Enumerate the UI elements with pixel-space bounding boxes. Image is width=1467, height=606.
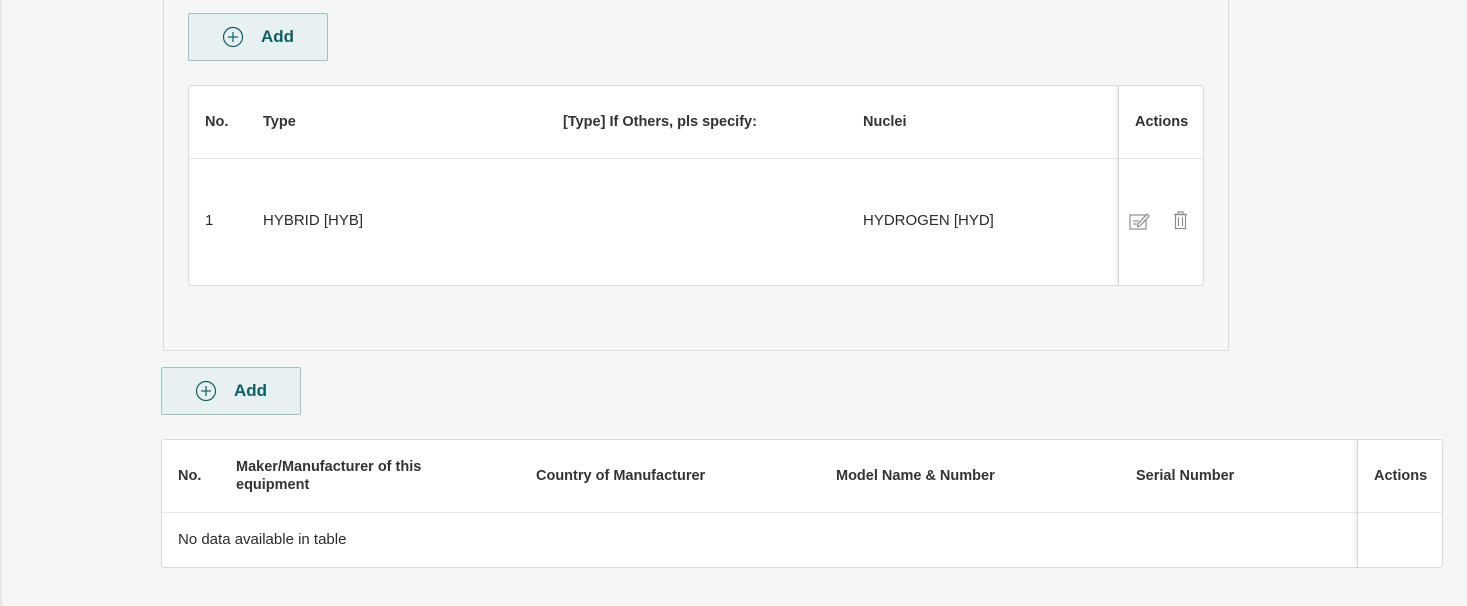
column-header-serial: Serial Number: [1136, 468, 1235, 484]
plus-circle-icon: [195, 380, 217, 402]
edit-icon[interactable]: [1129, 212, 1151, 230]
header-divider: [189, 158, 1203, 159]
column-header-model: Model Name & Number: [836, 468, 995, 484]
add-button-label: Add: [261, 27, 295, 46]
column-header-maker: Maker/Manufacturer of this equipment: [236, 459, 422, 493]
column-header-no: No.: [178, 468, 202, 484]
actions-column: Actions: [1118, 86, 1203, 285]
cell-nuclei: HYDROGEN [HYD]: [863, 212, 994, 229]
column-header-actions: Actions: [1374, 468, 1428, 484]
add-nuclei-button[interactable]: Add: [188, 13, 328, 61]
actions-header-divider: [1119, 158, 1203, 159]
column-header-no: No.: [205, 114, 229, 130]
actions-column: Actions: [1357, 440, 1442, 567]
add-equipment-button[interactable]: Add: [161, 367, 301, 415]
column-header-others: [Type] If Others, pls specify:: [563, 114, 757, 130]
add-button-label: Add: [234, 381, 268, 400]
column-header-type: Type: [263, 114, 296, 130]
column-header-country: Country of Manufacturer: [536, 468, 706, 484]
nuclei-table: No. Type [Type] If Others, pls specify: …: [188, 85, 1204, 286]
column-header-nuclei: Nuclei: [863, 114, 907, 130]
empty-table-message: No data available in table: [178, 531, 347, 548]
plus-circle-icon: [222, 26, 244, 48]
trash-icon[interactable]: [1173, 211, 1188, 230]
cell-no: 1: [205, 212, 214, 229]
cell-type: HYBRID [HYB]: [263, 212, 364, 229]
nuclei-section-panel: Add No. Type [Type] If Others, pls speci…: [163, 0, 1229, 351]
column-header-actions: Actions: [1135, 114, 1189, 130]
header-divider: [162, 512, 1442, 513]
equipment-table: No. Maker/Manufacturer of this equipment…: [161, 439, 1443, 568]
actions-header-divider: [1358, 512, 1442, 513]
